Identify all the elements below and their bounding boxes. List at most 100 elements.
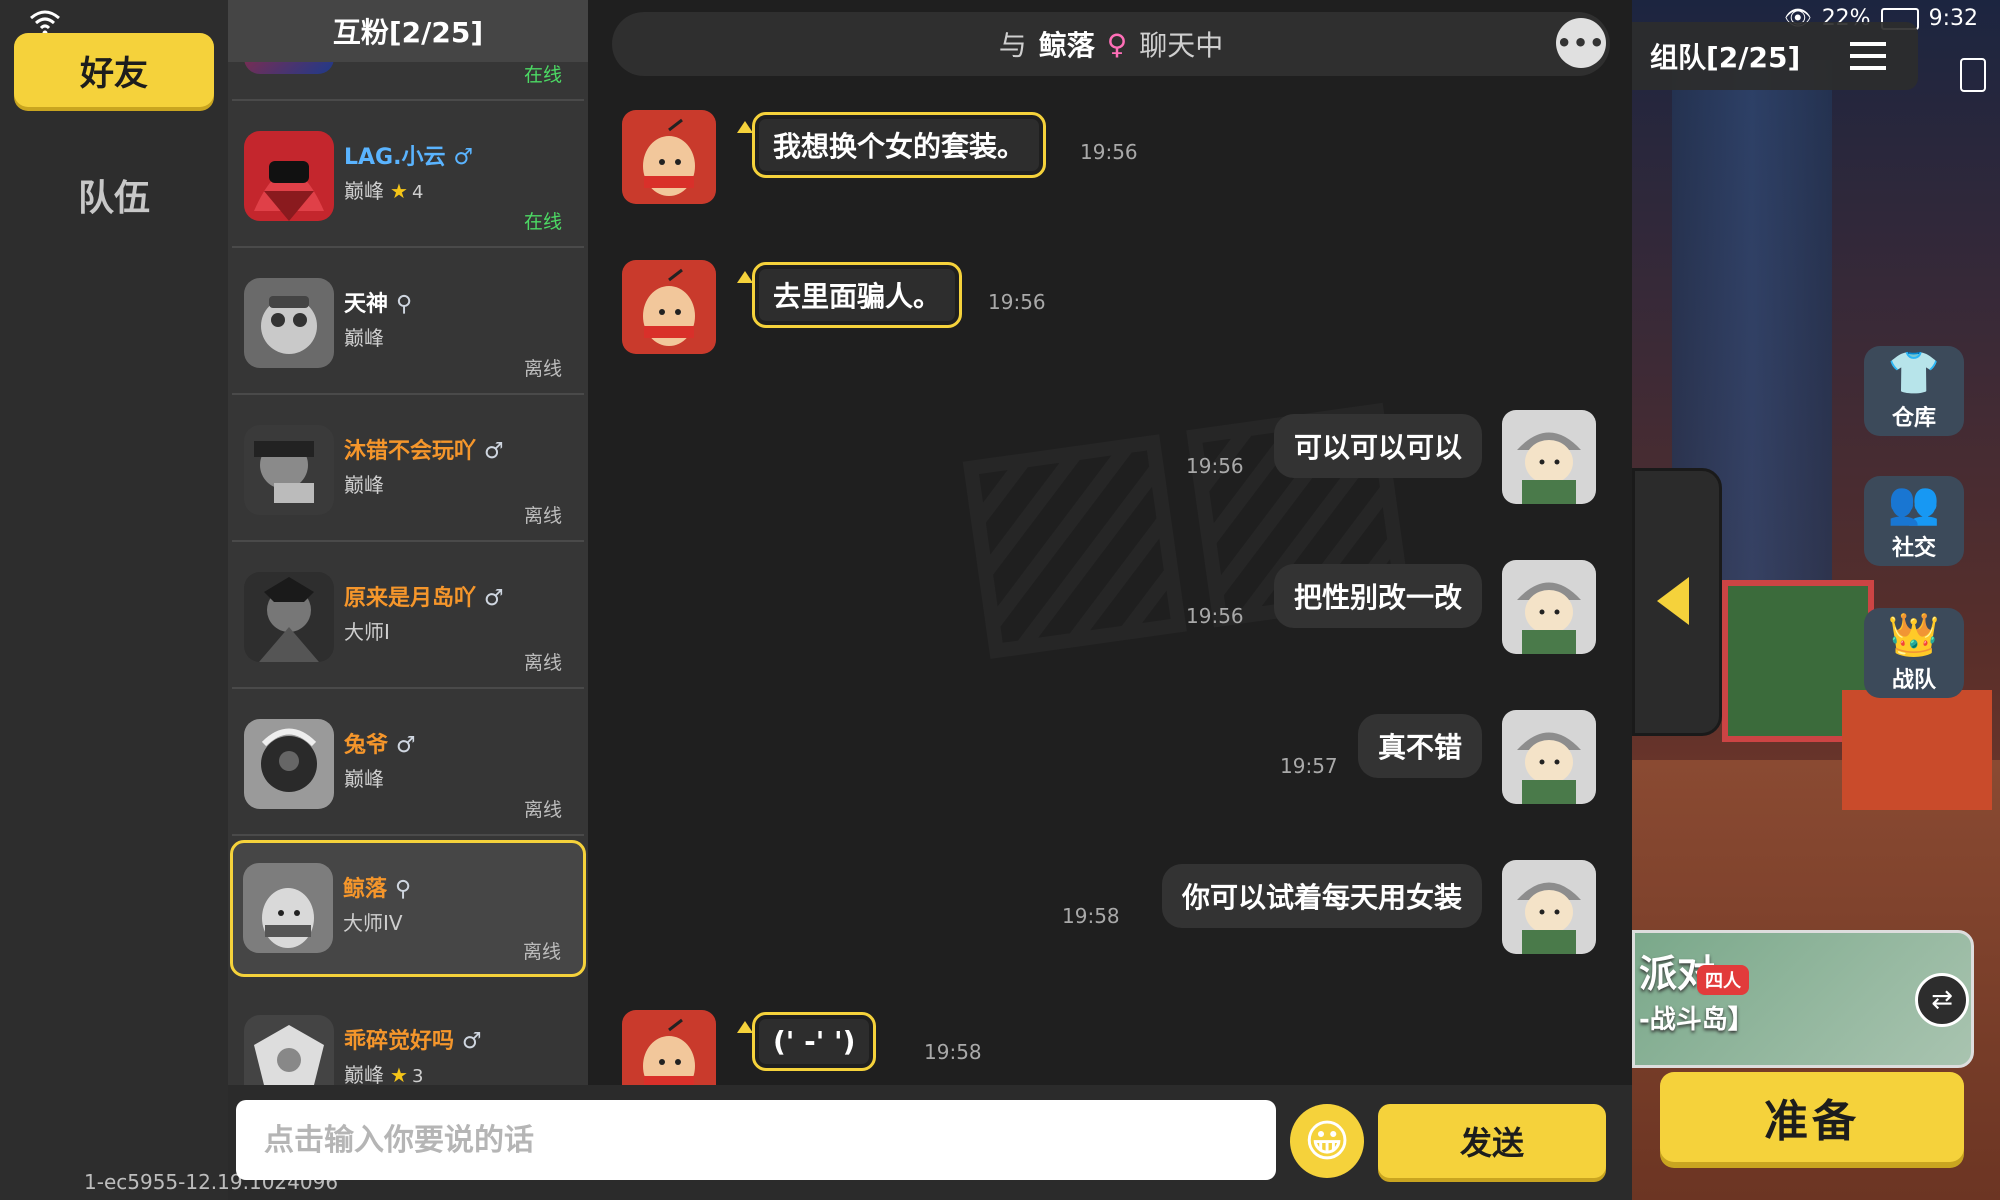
gift-box-decoration (1842, 690, 1992, 810)
friend-name: 兔爷 ♂ (344, 733, 416, 758)
chat-header-prefix: 与 (998, 29, 1027, 62)
chat-message: 把性别改一改 19:56 (588, 560, 1632, 660)
tab-team[interactable]: 队伍 (14, 160, 214, 230)
friend-list[interactable]: 在线 LAG.小云 ♂ 巅峰 ★ 4 在线 天神 ⚲ 巅峰 离线 沐错不会玩吖 ♂ 巅峰 … (230, 0, 586, 1085)
message-time: 19:58 (924, 1040, 982, 1064)
chat-message: 可以可以可以 19:56 (588, 410, 1632, 510)
avatar (1502, 710, 1596, 804)
friend-item[interactable]: 乖碎觉好吗♂ 巅峰★3 离线 (232, 985, 584, 1085)
friend-name: LAG.小云 ♂ (344, 145, 474, 170)
menu-icon[interactable] (1848, 36, 1888, 76)
avatar (244, 572, 334, 662)
friend-rank: 巅峰 (344, 767, 384, 791)
friend-item[interactable]: 沐错不会玩吖 ♂ 巅峰 离线 (232, 395, 584, 542)
send-button[interactable]: 发送 (1378, 1104, 1606, 1178)
avatar (622, 110, 716, 204)
warehouse-button[interactable]: 👕 仓库 (1864, 346, 1964, 436)
star-icon: ★ (390, 179, 408, 203)
message-input-bar (236, 1100, 1276, 1180)
avatar (1502, 560, 1596, 654)
friend-item[interactable]: 天神 ⚲ 巅峰 离线 (232, 248, 584, 395)
collapse-panel-button[interactable] (1632, 468, 1722, 736)
phone-charging-icon (1960, 58, 1986, 92)
friend-rank: 大师I (344, 620, 390, 644)
chat-message: 去里面骗人。 19:56 (588, 260, 1488, 360)
crown-icon: 👑 (1887, 610, 1941, 659)
avatar (622, 1010, 716, 1085)
message-bubble: 把性别改一改 (1273, 564, 1482, 628)
game-scene: 👁 22% 9:32 组队[2/25] 👕 仓库 👥 社交 👑 战队 派对 四人… (1632, 0, 2000, 1200)
chat-message: 真不错 19:57 (588, 710, 1632, 810)
message-bubble: 我想换个女的套装。 (752, 112, 1047, 178)
message-time: 19:57 (1280, 754, 1338, 778)
friend-name: 原来是月岛吖 ♂ (344, 586, 504, 611)
ready-button[interactable]: 准备 (1660, 1072, 1964, 1162)
emoji-button[interactable]: 😀 (1290, 1104, 1364, 1178)
friend-item[interactable]: 兔爷 ♂ 巅峰 离线 (232, 689, 584, 836)
message-bubble: 去里面骗人。 (752, 262, 963, 328)
message-bubble: 你可以试着每天用女装 (1161, 864, 1482, 928)
message-bubble: (' -' ') (752, 1012, 877, 1071)
avatar (244, 719, 334, 809)
gender-neutral-icon: ⚲ (396, 292, 413, 317)
clan-label: 战队 (1891, 668, 1936, 693)
chat-header-suffix: 聊天中 (1139, 29, 1224, 62)
game-mode-card[interactable]: 派对 四人 -战斗岛】 ⇄ (1632, 930, 1974, 1068)
friend-rank: 巅峰 ★ 3 (344, 1063, 424, 1085)
social-button[interactable]: 👥 社交 (1864, 476, 1964, 566)
team-header[interactable]: 组队[2/25] (1632, 22, 1918, 90)
star-icon: ★ (390, 1063, 408, 1085)
message-time: 19:58 (1062, 904, 1120, 928)
chat-message: 我想换个女的套装。 19:56 (588, 110, 1488, 210)
warehouse-icon: 👕 (1887, 348, 1941, 397)
message-time: 19:56 (988, 290, 1046, 314)
mode-subtitle: -战斗岛】 (1639, 1005, 1754, 1035)
friend-rank: 巅峰 ★ 4 (344, 179, 424, 203)
avatar (244, 278, 334, 368)
message-bubble: 可以可以可以 (1273, 414, 1482, 478)
friend-list-title: 互粉[2/25] (228, 0, 588, 62)
friend-name: 乖碎觉好吗 ♂ (344, 1029, 482, 1054)
warehouse-label: 仓库 (1891, 406, 1936, 431)
friend-status: 在线 (523, 64, 562, 86)
mode-badge: 四人 (1697, 965, 1749, 995)
social-label: 社交 (1891, 536, 1936, 561)
friend-status: 在线 (523, 211, 562, 233)
more-options-button[interactable]: ••• (1556, 18, 1606, 68)
wifi-icon (30, 10, 60, 36)
friend-item-selected[interactable]: 鲸落 ⚲ 大师IV 离线 (230, 840, 586, 977)
friend-item[interactable]: 原来是月岛吖 ♂ 大师I 离线 (232, 542, 584, 689)
chat-panel: ▨▨ 与 鲸落 ♀ 聊天中 ••• 我想换个女的套装。 19:56 去里面骗人。… (588, 0, 1632, 1085)
tab-friends[interactable]: 好友 (14, 33, 214, 107)
friend-name: 天神 ⚲ (344, 292, 413, 317)
team-title: 组队[2/25] (1650, 41, 1801, 74)
chat-header: 与 鲸落 ♀ 聊天中 ••• (612, 12, 1610, 76)
clan-button[interactable]: 👑 战队 (1864, 608, 1964, 698)
friend-item[interactable]: LAG.小云 ♂ 巅峰 ★ 4 在线 (232, 101, 584, 248)
message-input[interactable] (236, 1100, 1276, 1180)
friend-panel: 互粉[2/25] 在线 LAG.小云 ♂ 巅峰 ★ 4 在线 天神 ⚲ 巅峰 离线 (228, 0, 588, 1085)
male-icon: ♂ (484, 586, 504, 611)
avatar (244, 425, 334, 515)
avatar (1502, 860, 1596, 954)
friend-status: 离线 (523, 358, 562, 380)
switch-mode-icon[interactable]: ⇄ (1915, 973, 1969, 1027)
male-icon: ♂ (462, 1029, 482, 1054)
message-time: 19:56 (1080, 140, 1138, 164)
message-bubble: 真不错 (1357, 714, 1482, 778)
avatar (244, 1015, 334, 1085)
chat-message: 你可以试着每天用女装 19:58 (588, 860, 1632, 960)
message-time: 19:56 (1186, 604, 1244, 628)
friend-rank: 大师IV (343, 911, 403, 935)
clock: 9:32 (1928, 6, 1978, 31)
left-rail: 好友 队伍 1-ec5955-12.19.1024096 (0, 0, 338, 1200)
male-icon: ♂ (396, 733, 416, 758)
chat-peer-name: 鲸落 (1038, 29, 1095, 62)
friend-name: 鲸落 ⚲ (343, 877, 412, 902)
gender-neutral-icon: ⚲ (395, 877, 412, 902)
avatar (243, 863, 333, 953)
chat-message: (' -' ') 19:58 (588, 1010, 1488, 1085)
friend-rank: 巅峰 (344, 473, 384, 497)
female-icon: ♀ (1106, 27, 1128, 61)
male-icon: ♂ (484, 439, 504, 464)
